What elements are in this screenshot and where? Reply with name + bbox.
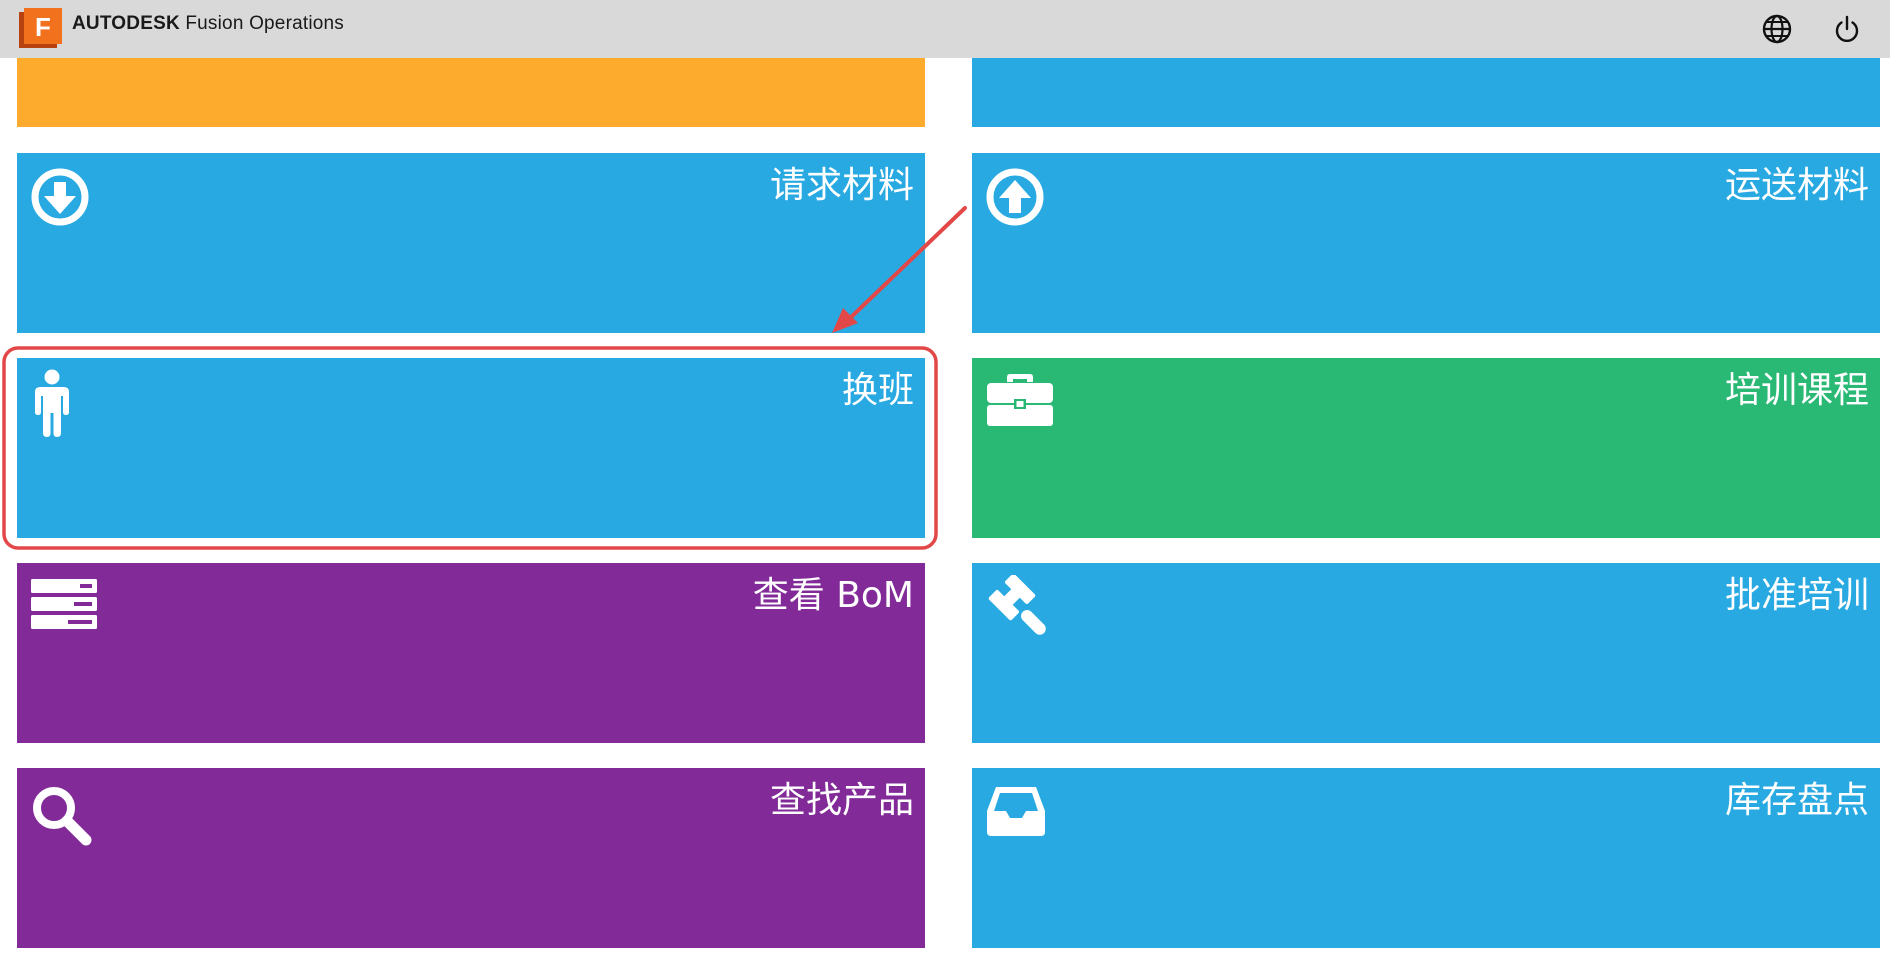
tile-label: 查看 BoM <box>752 575 914 616</box>
tile-ship-material[interactable]: 运送材料 <box>972 153 1880 333</box>
tile-label: 换班 <box>841 370 914 411</box>
tile-find-product[interactable]: 查找产品 <box>17 768 925 948</box>
tile-label: 运送材料 <box>1724 165 1869 206</box>
tile-approve-training[interactable]: 批准培训 <box>972 563 1880 743</box>
server-list-icon <box>31 579 97 629</box>
power-icon[interactable] <box>1831 13 1863 45</box>
brand-name: AUTODESK <box>72 13 180 34</box>
arrow-up-circle-icon <box>986 168 1044 226</box>
fusion-logo-icon: F <box>19 8 62 48</box>
person-icon <box>35 369 69 437</box>
search-icon <box>33 787 92 846</box>
tile-top-right[interactable] <box>972 58 1880 127</box>
briefcase-icon <box>987 374 1053 426</box>
tile-label: 查找产品 <box>769 780 914 821</box>
tile-label: 请求材料 <box>769 165 914 206</box>
gavel-icon <box>988 575 1046 635</box>
svg-text:F: F <box>35 12 51 42</box>
top-bar: F AUTODESK Fusion Operations <box>0 0 1890 58</box>
tile-training-course[interactable]: 培训课程 <box>972 358 1880 538</box>
tile-view-bom[interactable]: 查看 BoM <box>17 563 925 743</box>
tile-shift-change[interactable]: 换班 <box>17 358 925 538</box>
product-name: Fusion Operations <box>185 13 345 34</box>
tile-request-material[interactable]: 请求材料 <box>17 153 925 333</box>
tile-top-left[interactable] <box>17 58 925 127</box>
tile-label: 库存盘点 <box>1724 780 1869 821</box>
inbox-tray-icon <box>987 787 1045 836</box>
app-title: AUTODESK Fusion Operations <box>72 13 344 35</box>
tile-label: 批准培训 <box>1724 575 1869 616</box>
tile-label: 培训课程 <box>1724 370 1869 411</box>
arrow-down-circle-icon <box>31 168 89 226</box>
globe-icon[interactable] <box>1761 13 1793 45</box>
tile-inventory-count[interactable]: 库存盘点 <box>972 768 1880 948</box>
